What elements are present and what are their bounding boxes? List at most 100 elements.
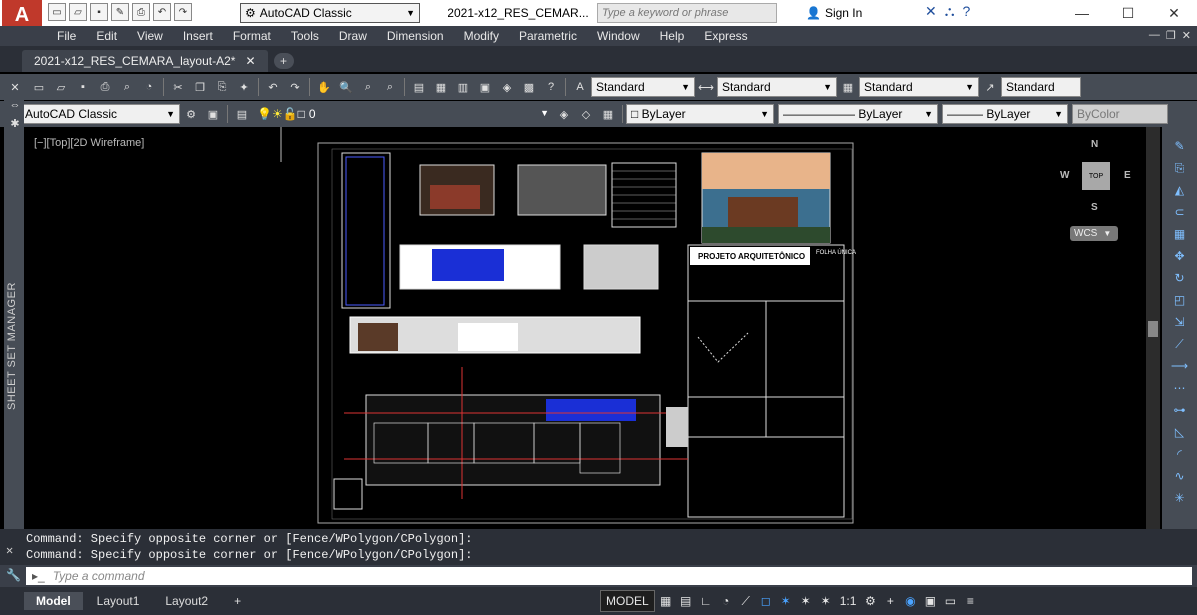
annotation-visibility-icon[interactable]: ✶	[777, 590, 795, 612]
workspace-settings-icon[interactable]: ⚙	[182, 105, 200, 123]
workspace-dropdown[interactable]: ⚙ AutoCAD Classic ▼	[240, 3, 420, 23]
move-icon[interactable]: ✥	[1171, 247, 1189, 265]
isodraft-icon[interactable]: ⟋	[737, 590, 755, 612]
offset-icon[interactable]: ⊂	[1171, 203, 1189, 221]
ortho-icon[interactable]: ∟	[697, 590, 715, 612]
doc-minimize-icon[interactable]: —	[1149, 29, 1160, 42]
layout-tab-layout1[interactable]: Layout1	[85, 592, 152, 610]
fillet-icon[interactable]: ◜	[1171, 445, 1189, 463]
workspace-switch-icon[interactable]: ⚙	[861, 590, 879, 612]
array-icon[interactable]: ▦	[1171, 225, 1189, 243]
sign-in-button[interactable]: 👤 Sign In	[806, 3, 862, 23]
customize-menu-icon[interactable]: ≡	[961, 590, 979, 612]
stretch-icon[interactable]: ⇲	[1171, 313, 1189, 331]
layout-tab-layout2[interactable]: Layout2	[153, 592, 220, 610]
lineweight-combo[interactable]: ——— ByLayer ▼	[942, 104, 1068, 124]
command-input[interactable]: ▸_ Type a command	[26, 567, 1192, 585]
text-style-combo[interactable]: Standard ▼	[591, 77, 695, 97]
auto-scale-icon[interactable]: ✶	[797, 590, 815, 612]
menu-item-help[interactable]: Help	[650, 29, 695, 43]
drawing-viewport[interactable]: [−][Top][2D Wireframe] PROJETO ARQUITETÔ…	[28, 127, 1146, 529]
dim-style-combo[interactable]: Standard ▼	[717, 77, 837, 97]
osnap-icon[interactable]: ◻	[757, 590, 775, 612]
paste-icon[interactable]: ⎘	[213, 78, 231, 96]
plot-preview-icon[interactable]: ⌕	[118, 78, 136, 96]
snap-icon[interactable]: ▤	[677, 590, 695, 612]
new-file-icon[interactable]: ▭	[48, 3, 66, 21]
hardware-acceleration-icon[interactable]: ▣	[921, 590, 939, 612]
menu-item-dimension[interactable]: Dimension	[377, 29, 454, 43]
grid-icon[interactable]: ▦	[657, 590, 675, 612]
save-icon[interactable]: ▪	[74, 78, 92, 96]
mirror-icon[interactable]: ◭	[1171, 181, 1189, 199]
properties-icon[interactable]: ▤	[410, 78, 428, 96]
properties-icon[interactable]: ✱	[6, 114, 24, 132]
a360-icon[interactable]: ⛬	[945, 3, 955, 20]
menu-item-view[interactable]: View	[127, 29, 173, 43]
polar-icon[interactable]: ◔	[717, 590, 735, 612]
cut-icon[interactable]: ✂	[169, 78, 187, 96]
layer-state-icon[interactable]: ▦	[599, 105, 617, 123]
linetype-combo[interactable]: —————— ByLayer ▼	[778, 104, 938, 124]
doc-close-icon[interactable]: ✕	[1182, 29, 1191, 42]
chamfer-icon[interactable]: ◺	[1171, 423, 1189, 441]
plot-icon[interactable]: ⎙	[132, 3, 150, 21]
mleader-style-icon[interactable]: ↗	[981, 78, 999, 96]
zoom-window-icon[interactable]: ⌕	[359, 78, 377, 96]
undo-icon[interactable]: ↶	[153, 3, 171, 21]
help-icon[interactable]: ?	[542, 78, 560, 96]
isolate-objects-icon[interactable]: ◉	[901, 590, 919, 612]
menu-item-modify[interactable]: Modify	[454, 29, 509, 43]
break-icon[interactable]: ⋯	[1171, 379, 1189, 397]
copy-icon[interactable]: ❐	[191, 78, 209, 96]
redo-icon[interactable]: ↷	[286, 78, 304, 96]
clean-screen-icon[interactable]: ▭	[941, 590, 959, 612]
mleader-style-combo[interactable]: Standard	[1001, 77, 1081, 97]
dim-style-icon[interactable]: ⟷	[697, 78, 715, 96]
new-tab-button[interactable]: +	[273, 53, 294, 69]
match-properties-icon[interactable]: ✦	[235, 78, 253, 96]
blend-icon[interactable]: ∿	[1171, 467, 1189, 485]
design-center-icon[interactable]: ▦	[432, 78, 450, 96]
close-button[interactable]: ✕	[1151, 0, 1197, 26]
text-style-icon[interactable]: A	[571, 78, 589, 96]
menu-item-format[interactable]: Format	[223, 29, 281, 43]
scroll-thumb[interactable]	[1148, 321, 1158, 337]
clean-screen-icon[interactable]: ▣	[204, 105, 222, 123]
compass-west[interactable]: W	[1060, 170, 1069, 181]
menu-item-edit[interactable]: Edit	[86, 29, 127, 43]
annotation-scale-value[interactable]: 1:1	[837, 590, 860, 612]
color-combo[interactable]: □ ByLayer ▼	[626, 104, 774, 124]
sheet-set-manager-label[interactable]: SHEET SET MANAGER	[6, 282, 22, 410]
close-tab-icon[interactable]: ✕	[245, 54, 255, 68]
close-command-icon[interactable]: ✕	[6, 543, 13, 558]
join-icon[interactable]: ⊶	[1171, 401, 1189, 419]
layer-manager-icon[interactable]: ▤	[233, 105, 251, 123]
calculator-icon[interactable]: ▩	[520, 78, 538, 96]
plus-icon[interactable]: +	[881, 590, 899, 612]
redo-icon[interactable]: ↷	[174, 3, 192, 21]
workspace-combo[interactable]: AutoCAD Classic ▼	[20, 104, 180, 124]
search-input[interactable]: Type a keyword or phrase	[597, 3, 777, 23]
zoom-previous-icon[interactable]: ⌕	[381, 78, 399, 96]
zoom-realtime-icon[interactable]: 🔍	[337, 78, 355, 96]
help-icon[interactable]: ?	[963, 3, 971, 20]
layout-tab-model[interactable]: Model	[24, 592, 83, 610]
wcs-menu[interactable]: WCS ▼	[1070, 226, 1118, 241]
annotation-scale-icon[interactable]: ✶	[817, 590, 835, 612]
trim-icon[interactable]: ⟋	[1171, 335, 1189, 353]
open-file-icon[interactable]: ▱	[69, 3, 87, 21]
menu-item-parametric[interactable]: Parametric	[509, 29, 587, 43]
layer-previous-icon[interactable]: ◇	[577, 105, 595, 123]
exchange-icon[interactable]: ✕	[925, 3, 937, 20]
tool-palettes-icon[interactable]: ▥	[454, 78, 472, 96]
add-layout-button[interactable]: +	[222, 592, 253, 610]
layer-combo[interactable]: 💡 ☀ 🔓 □ 0 ▼	[253, 104, 553, 124]
maximize-button[interactable]: ☐	[1105, 0, 1151, 26]
customize-icon[interactable]: 🔧	[6, 568, 21, 582]
save-icon[interactable]: ▪	[90, 3, 108, 21]
model-space-button[interactable]: MODEL	[600, 590, 655, 612]
menu-item-window[interactable]: Window	[587, 29, 650, 43]
sheet-set-icon[interactable]: ▣	[476, 78, 494, 96]
doc-restore-icon[interactable]: ❐	[1166, 29, 1176, 42]
